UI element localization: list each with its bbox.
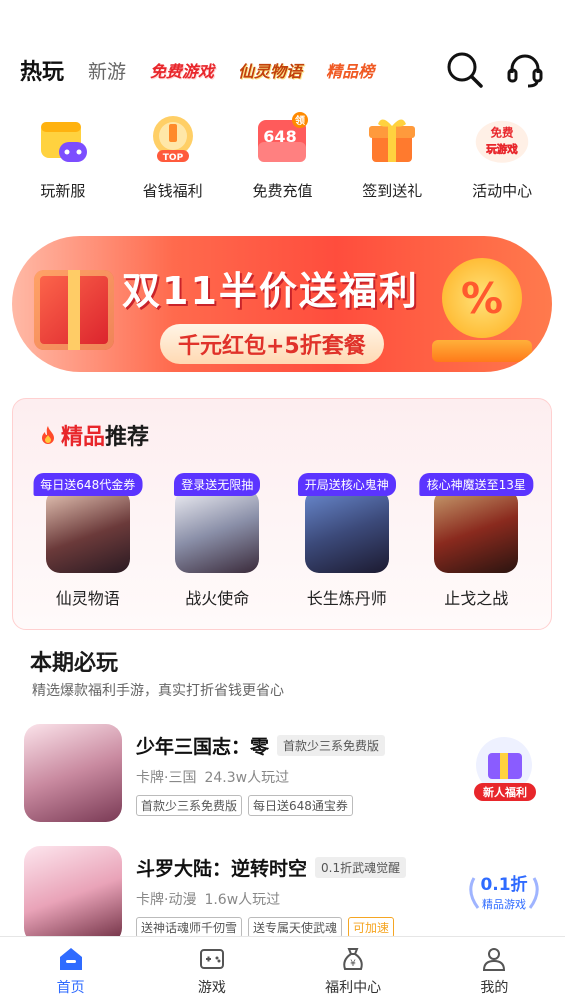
banner-subtitle: 千元红包+5折套餐	[160, 324, 384, 364]
game-feature-tag: 0.1折武魂觉醒	[315, 857, 407, 878]
tabbar-profile[interactable]: 我的	[444, 945, 544, 997]
tabbar-games[interactable]: 游戏	[162, 945, 262, 997]
game-players: 24.3w人玩过	[204, 770, 290, 786]
recharge-648-icon: 648 领	[254, 112, 310, 168]
tabbar-label: 我的	[480, 979, 509, 996]
game-thumbnail	[45, 489, 130, 573]
recommended-title-rest: 推荐	[105, 425, 150, 450]
recommended-title-highlight: 精品	[61, 425, 106, 450]
rec-badge: 核心神魔送至13星	[419, 473, 533, 496]
search-icon[interactable]	[445, 50, 485, 90]
game-tag: 每日送648通宝券	[248, 795, 353, 816]
game-tag: 送专属天使武魂	[248, 917, 343, 938]
bottom-tabbar: 首页 游戏 ¥ 福利中心 我的	[0, 936, 565, 1004]
tabbar-home[interactable]: 首页	[21, 945, 121, 997]
game-tag: 送神话魂师千仞雪	[136, 917, 243, 938]
free-play-icon: 免费 玩游戏	[474, 112, 530, 168]
game-feature-tag: 首款少三系免费版	[277, 735, 386, 756]
free-play-art-bottom: 玩游戏	[486, 142, 518, 155]
newbie-welfare-badge[interactable]: 新人福利	[459, 730, 549, 810]
quick-entry-new-server[interactable]: 玩新服	[13, 112, 113, 201]
game-genre: 卡牌·三国	[136, 770, 197, 786]
tabbar-label: 首页	[56, 979, 85, 996]
recommended-games: 每日送648代金券 仙灵物语 登录送无限抽 战火使命 开局送核心鬼神 长生炼丹师…	[13, 473, 551, 609]
top-nav: 热玩 新游 免费游戏 仙灵物语 精品榜	[20, 50, 545, 90]
discount-value: 0.1折	[480, 874, 527, 895]
laurel-icon: 0.1折 精品游戏	[469, 874, 539, 911]
quick-entry-label: 省钱福利	[142, 182, 203, 200]
promo-banner[interactable]: 双11半价送福利 千元红包+5折套餐 %	[12, 236, 552, 372]
game-players: 1.6w人玩过	[204, 892, 281, 908]
game-thumbnail	[304, 489, 389, 573]
game-info: 斗罗大陆：逆转时空 0.1折武魂觉醒 卡牌·动漫 1.6w人玩过 送神话魂师千仞…	[136, 854, 439, 938]
recommended-card: 精品 推荐 每日送648代金券 仙灵物语 登录送无限抽 战火使命 开局送核心鬼神…	[12, 398, 552, 630]
quick-entry-label: 免费充值	[252, 182, 313, 200]
tab-top-list[interactable]: 精品榜	[326, 58, 374, 82]
gamepad-calendar-icon	[35, 112, 91, 168]
rec-game[interactable]: 每日送648代金券 仙灵物语	[28, 473, 148, 609]
game-info: 少年三国志：零 首款少三系免费版 卡牌·三国 24.3w人玩过 首款少三系免费版…	[136, 732, 439, 816]
game-name: 斗罗大陆：逆转时空	[136, 858, 308, 880]
gift-box-icon	[364, 112, 420, 168]
discount-badge[interactable]: 0.1折 精品游戏	[459, 852, 549, 932]
pedestal-decoration	[432, 340, 532, 362]
discount-label: 精品游戏	[482, 898, 526, 911]
tabbar-welfare[interactable]: ¥ 福利中心	[303, 945, 403, 997]
fire-icon	[42, 426, 54, 444]
game-thumbnail	[24, 724, 122, 822]
money-bag-icon: ¥	[343, 947, 363, 970]
home-icon	[59, 947, 82, 970]
game-row[interactable]: 少年三国志：零 首款少三系免费版 卡牌·三国 24.3w人玩过 首款少三系免费版…	[24, 724, 549, 824]
recharge-amount: 648	[264, 127, 297, 146]
gift-illustration	[34, 270, 114, 350]
free-play-art-top: 免费	[491, 126, 514, 140]
rec-badge: 登录送无限抽	[174, 473, 261, 496]
customer-service-icon[interactable]	[505, 50, 545, 90]
side-badge-label: 新人福利	[483, 785, 527, 799]
svg-text:TOP: TOP	[162, 153, 183, 163]
rec-badge: 每日送648代金券	[33, 473, 143, 496]
gift-box-icon: 新人福利	[474, 737, 536, 801]
quick-entries: 玩新服 TOP 省钱福利 648 领 免费充值 签到送礼 免费玩游戏 活动中心	[0, 112, 565, 201]
top-medal-icon: TOP	[145, 112, 201, 168]
rec-game[interactable]: 登录送无限抽 战火使命	[157, 473, 277, 609]
must-play-subtitle: 精选爆款福利手游，真实打折省钱更省心	[32, 683, 284, 699]
quick-entry-label: 活动中心	[472, 182, 533, 200]
recommended-title: 精品 推荐	[39, 419, 149, 451]
quick-entry-checkin[interactable]: 签到送礼	[342, 112, 442, 201]
game-thumbnail	[434, 489, 519, 573]
claim-corner: 领	[295, 114, 305, 127]
rec-game-name: 仙灵物语	[55, 589, 120, 608]
must-play-title: 本期必玩	[30, 651, 119, 676]
quick-entry-free-recharge[interactable]: 648 领 免费充值	[232, 112, 332, 201]
tab-hot[interactable]: 热玩	[20, 54, 64, 86]
quick-entry-saving[interactable]: TOP 省钱福利	[123, 112, 223, 201]
quick-entry-label: 签到送礼	[362, 182, 423, 200]
tab-new[interactable]: 新游	[88, 57, 126, 84]
game-icon	[199, 948, 224, 969]
game-genre: 卡牌·动漫	[136, 892, 197, 908]
rec-badge: 开局送核心鬼神	[297, 473, 396, 496]
rec-game[interactable]: 核心神魔送至13星 止戈之战	[416, 473, 536, 609]
rec-game-name: 长生炼丹师	[306, 589, 387, 608]
quick-entry-activity[interactable]: 免费玩游戏 活动中心	[452, 112, 552, 201]
svg-text:¥: ¥	[350, 959, 356, 969]
profile-icon	[483, 947, 506, 971]
game-thumbnail	[24, 846, 122, 944]
game-tag: 首款少三系免费版	[136, 795, 243, 816]
rec-game-name: 战火使命	[185, 589, 250, 608]
game-thumbnail	[175, 489, 260, 573]
rec-game[interactable]: 开局送核心鬼神 长生炼丹师	[287, 473, 407, 609]
banner-title: 双11半价送福利	[122, 269, 419, 313]
percent-icon: %	[442, 258, 522, 338]
game-row[interactable]: 斗罗大陆：逆转时空 0.1折武魂觉醒 卡牌·动漫 1.6w人玩过 送神话魂师千仞…	[24, 846, 549, 946]
tabbar-label: 福利中心	[325, 979, 382, 996]
quick-entry-label: 玩新服	[40, 182, 86, 200]
tab-free-games[interactable]: 免费游戏	[150, 58, 214, 82]
game-tag-speedup: 可加速	[348, 917, 395, 938]
rec-game-name: 止戈之战	[444, 589, 509, 608]
game-name: 少年三国志：零	[136, 736, 270, 758]
tabbar-label: 游戏	[197, 979, 226, 996]
tab-xianling[interactable]: 仙灵物语	[238, 58, 302, 82]
